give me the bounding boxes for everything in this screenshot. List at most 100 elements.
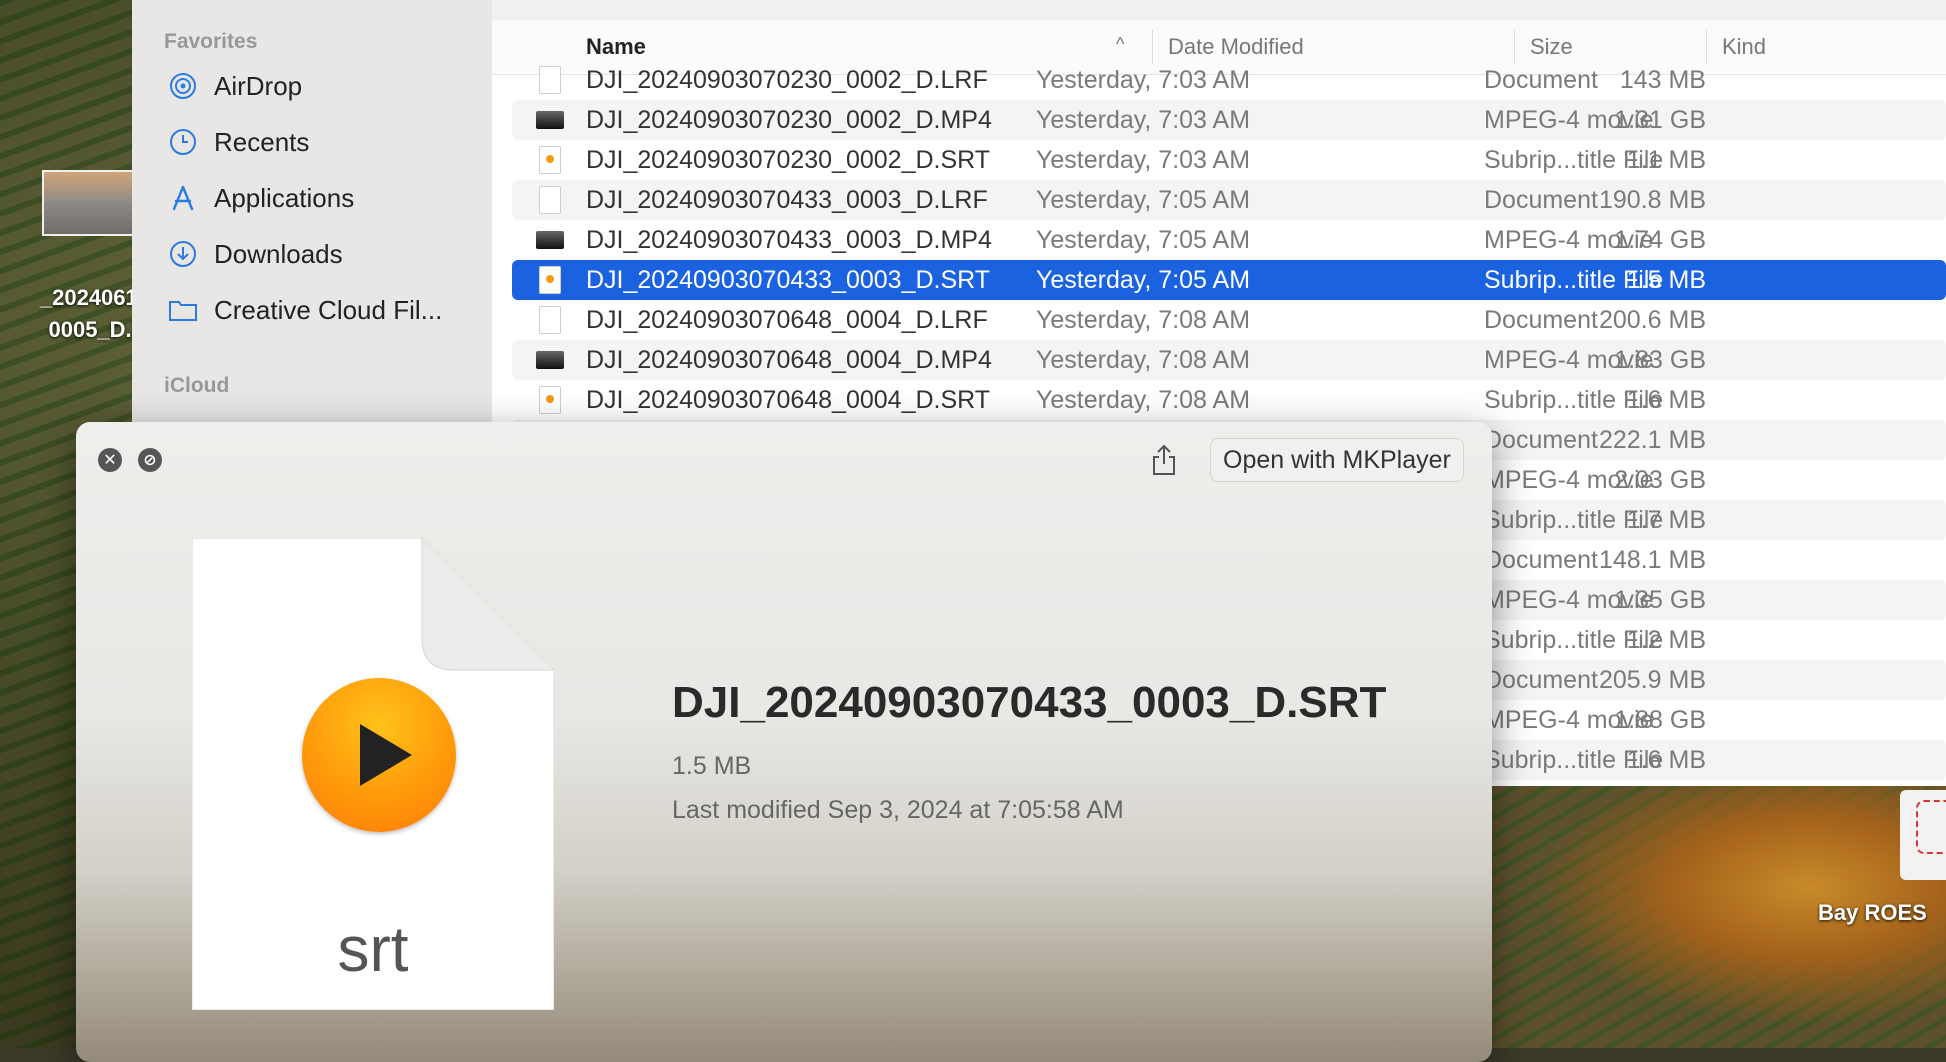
file-row[interactable]: DJI_20240903070648_0004_D.MP4 Yesterday, … bbox=[512, 340, 1946, 380]
subtitle-file-icon bbox=[536, 385, 564, 415]
open-with-button[interactable]: Open with MKPlayer bbox=[1210, 438, 1464, 482]
file-name: DJI_20240903070230_0002_D.SRT bbox=[586, 145, 991, 174]
sidebar-item-label: AirDrop bbox=[214, 70, 303, 101]
file-kind: MPEG-4 movie bbox=[1484, 225, 1654, 254]
file-name: DJI_20240903070648_0004_D.MP4 bbox=[586, 345, 992, 374]
sidebar-item-label: Applications bbox=[214, 182, 355, 213]
file-row[interactable]: DJI_20240903070433_0003_D.SRT Yesterday, … bbox=[512, 260, 1946, 300]
close-button[interactable]: ✕ bbox=[98, 448, 122, 472]
file-kind: Subrip...title File bbox=[1484, 385, 1664, 414]
document-file-icon bbox=[536, 185, 564, 215]
file-kind: MPEG-4 movie bbox=[1484, 585, 1654, 614]
file-date: Yesterday, 7:05 AM bbox=[1036, 265, 1251, 294]
file-size: 200.6 MB bbox=[1598, 305, 1706, 334]
sidebar-item-recents[interactable]: Recents bbox=[168, 122, 309, 162]
sidebar-heading-favorites: Favorites bbox=[164, 30, 258, 53]
column-divider[interactable] bbox=[1514, 30, 1515, 64]
file-kind: Subrip...title File bbox=[1484, 625, 1664, 654]
toolbar-strip bbox=[492, 0, 1946, 20]
sidebar-item-creative-cloud[interactable]: Creative Cloud Fil... bbox=[168, 290, 442, 330]
desktop-mail-icon[interactable] bbox=[1900, 790, 1946, 880]
preview-last-modified: Last modified Sep 3, 2024 at 7:05:58 AM bbox=[672, 796, 1124, 824]
applications-icon bbox=[168, 183, 198, 213]
file-kind: Subrip...title File bbox=[1484, 505, 1664, 534]
movie-file-icon bbox=[536, 225, 564, 255]
sidebar-item-label: Downloads bbox=[214, 238, 343, 269]
desktop-file-label[interactable]: _20240613 0005_D.M bbox=[0, 282, 150, 346]
file-kind: Subrip...title File bbox=[1484, 745, 1664, 774]
preview-file-size: 1.5 MB bbox=[672, 752, 752, 780]
sidebar-heading-icloud: iCloud bbox=[164, 374, 230, 397]
file-kind: Document bbox=[1484, 65, 1598, 94]
document-file-icon bbox=[536, 65, 564, 95]
markup-button[interactable]: ⊘ bbox=[138, 448, 162, 472]
quicklook-panel: ✕ ⊘ Open with MKPlayer srt DJI_202409030… bbox=[76, 422, 1492, 1062]
file-name: DJI_20240903070433_0003_D.MP4 bbox=[586, 225, 992, 254]
file-name: DJI_20240903070230_0002_D.LRF bbox=[586, 65, 988, 94]
file-row[interactable]: DJI_20240903070648_0004_D.LRF Yesterday, … bbox=[512, 300, 1946, 340]
sidebar-item-downloads[interactable]: Downloads bbox=[168, 234, 343, 274]
file-row[interactable]: DJI_20240903070230_0002_D.LRF Yesterday, … bbox=[512, 60, 1946, 100]
desktop-file-label-line1: _20240613 bbox=[39, 285, 150, 310]
file-size: 205.9 MB bbox=[1598, 665, 1706, 694]
srt-file-icon: srt bbox=[191, 537, 555, 1011]
file-date: Yesterday, 7:08 AM bbox=[1036, 305, 1251, 334]
clock-icon bbox=[168, 127, 198, 157]
markup-icon: ⊘ bbox=[143, 452, 157, 469]
file-kind: Subrip...title File bbox=[1484, 145, 1664, 174]
file-kind: MPEG-4 movie bbox=[1484, 105, 1654, 134]
file-name: DJI_20240903070230_0002_D.MP4 bbox=[586, 105, 992, 134]
file-kind: Subrip...title File bbox=[1484, 265, 1664, 294]
desktop-file-thumbnail[interactable] bbox=[42, 170, 134, 236]
file-name: DJI_20240903070433_0003_D.LRF bbox=[586, 185, 988, 214]
file-date: Yesterday, 7:03 AM bbox=[1036, 105, 1251, 134]
file-name: DJI_20240903070648_0004_D.SRT bbox=[586, 385, 991, 414]
file-date: Yesterday, 7:03 AM bbox=[1036, 65, 1251, 94]
column-divider[interactable] bbox=[1152, 30, 1153, 64]
file-size: 190.8 MB bbox=[1598, 185, 1706, 214]
sidebar-item-airdrop[interactable]: AirDrop bbox=[168, 66, 302, 106]
file-row[interactable]: DJI_20240903070230_0002_D.SRT Yesterday, … bbox=[512, 140, 1946, 180]
file-date: Yesterday, 7:08 AM bbox=[1036, 345, 1251, 374]
close-icon: ✕ bbox=[103, 452, 117, 469]
movie-file-icon bbox=[536, 105, 564, 135]
share-button[interactable] bbox=[1146, 442, 1182, 478]
file-kind: Document bbox=[1484, 185, 1598, 214]
file-kind: MPEG-4 movie bbox=[1484, 465, 1654, 494]
file-date: Yesterday, 7:05 AM bbox=[1036, 225, 1251, 254]
preview-file-name: DJI_20240903070433_0003_D.SRT bbox=[672, 678, 1387, 727]
play-icon bbox=[302, 678, 456, 832]
file-date: Yesterday, 7:03 AM bbox=[1036, 145, 1251, 174]
column-divider[interactable] bbox=[1706, 30, 1707, 64]
file-row[interactable]: DJI_20240903070648_0004_D.SRT Yesterday, … bbox=[512, 380, 1946, 420]
file-kind: MPEG-4 movie bbox=[1484, 345, 1654, 374]
subtitle-file-icon bbox=[536, 265, 564, 295]
file-kind: Document bbox=[1484, 545, 1598, 574]
sidebar-item-label: Recents bbox=[214, 126, 310, 157]
file-kind: MPEG-4 movie bbox=[1484, 705, 1654, 734]
file-row[interactable]: DJI_20240903070230_0002_D.MP4 Yesterday, … bbox=[512, 100, 1946, 140]
desktop-file-label-line2: 0005_D.M bbox=[48, 317, 150, 342]
file-name: DJI_20240903070433_0003_D.SRT bbox=[586, 265, 991, 294]
file-size: 143 MB bbox=[1619, 65, 1706, 94]
file-row[interactable]: DJI_20240903070433_0003_D.LRF Yesterday, … bbox=[512, 180, 1946, 220]
share-icon bbox=[1153, 444, 1175, 475]
document-file-icon bbox=[536, 305, 564, 335]
sort-ascending-icon[interactable]: ^ bbox=[1116, 34, 1124, 55]
file-date: Yesterday, 7:08 AM bbox=[1036, 385, 1251, 414]
file-row[interactable]: DJI_20240903070433_0003_D.MP4 Yesterday, … bbox=[512, 220, 1946, 260]
movie-file-icon bbox=[536, 345, 564, 375]
folder-icon bbox=[168, 295, 198, 325]
file-extension-label: srt bbox=[337, 913, 409, 985]
file-kind: Document bbox=[1484, 665, 1598, 694]
sidebar-item-applications[interactable]: Applications bbox=[168, 178, 354, 218]
file-name: DJI_20240903070648_0004_D.LRF bbox=[586, 305, 988, 334]
airdrop-icon bbox=[168, 71, 198, 101]
file-kind: Document bbox=[1484, 425, 1598, 454]
desktop-item-label[interactable]: Bay ROES bbox=[1818, 900, 1927, 926]
download-icon bbox=[168, 239, 198, 269]
file-date: Yesterday, 7:05 AM bbox=[1036, 185, 1251, 214]
sidebar-item-label: Creative Cloud Fil... bbox=[214, 294, 443, 325]
file-size: 222.1 MB bbox=[1598, 425, 1706, 454]
subtitle-file-icon bbox=[536, 145, 564, 175]
